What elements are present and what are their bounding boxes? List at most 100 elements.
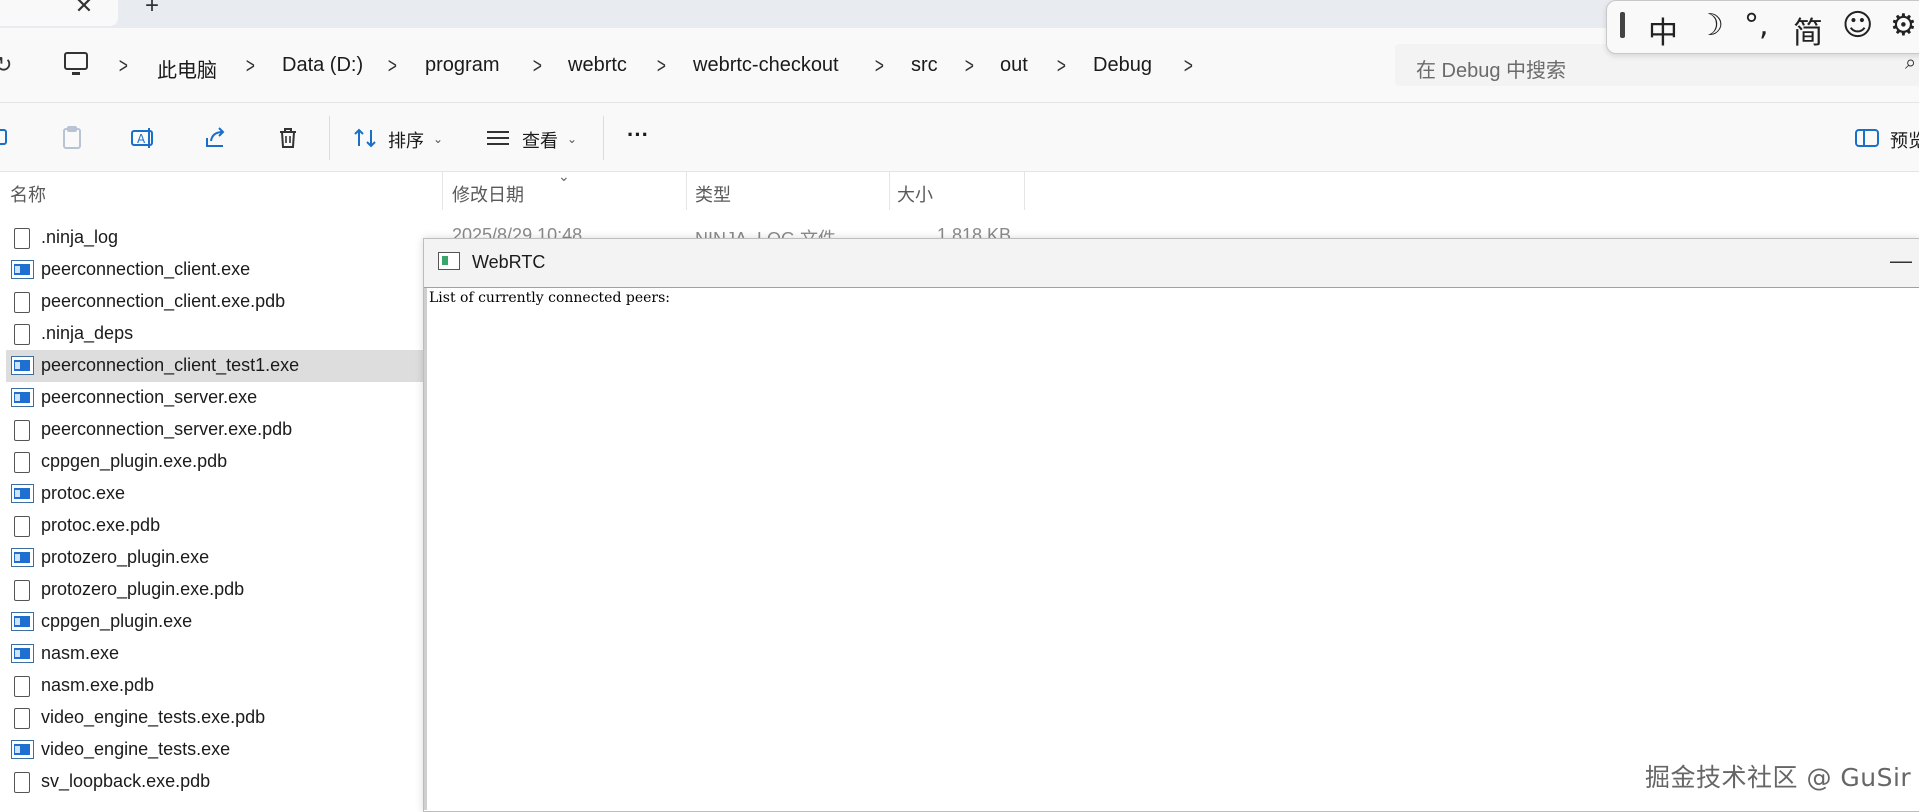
toolbar-divider — [329, 116, 330, 160]
sort-button[interactable]: 排序 — [388, 127, 424, 153]
document-file-icon — [14, 516, 30, 537]
chevron-down-icon[interactable]: ⌄ — [567, 132, 577, 146]
computer-icon[interactable] — [64, 52, 88, 75]
refresh-icon[interactable]: ↻ — [0, 52, 12, 78]
file-name: peerconnection_client_test1.exe — [41, 355, 300, 375]
chevron-right-icon[interactable]: > — [1057, 53, 1066, 79]
breadcrumb-webrtc-checkout[interactable]: webrtc-checkout — [693, 54, 839, 77]
file-name: .ninja_deps — [41, 323, 134, 343]
file-name: cppgen_plugin.exe.pdb — [41, 451, 228, 471]
document-file-icon — [14, 580, 30, 601]
executable-file-icon — [11, 484, 34, 503]
file-name: peerconnection_server.exe.pdb — [41, 419, 293, 439]
sort-icon[interactable] — [351, 124, 379, 152]
column-header-modified[interactable]: 修改日期 — [452, 181, 524, 207]
webrtc-window-title: WebRTC — [472, 252, 546, 272]
preview-pane-icon[interactable] — [1853, 124, 1881, 152]
file-name: cppgen_plugin.exe — [41, 611, 193, 631]
search-input[interactable]: 在 Debug 中搜索 — [1416, 54, 1566, 83]
file-name: protozero_plugin.exe.pdb — [41, 579, 245, 599]
column-header-size[interactable]: 大小 — [897, 181, 933, 207]
minimize-icon[interactable]: — — [1890, 248, 1912, 274]
delete-icon[interactable] — [274, 124, 302, 152]
document-file-icon — [14, 420, 30, 441]
close-tab-icon[interactable]: ✕ — [70, 0, 98, 18]
file-name: peerconnection_client.exe — [41, 259, 251, 279]
preview-button[interactable]: 预览 — [1890, 127, 1919, 153]
view-button[interactable]: 查看 — [522, 127, 558, 153]
view-icon[interactable] — [484, 124, 512, 152]
ime-settings-gear-icon[interactable]: ⚙ — [1890, 8, 1917, 43]
document-file-icon — [14, 772, 30, 793]
peer-list-heading: List of currently connected peers: — [429, 290, 670, 306]
column-divider[interactable] — [686, 172, 687, 210]
peer-list-box[interactable] — [424, 288, 1919, 810]
new-tab-icon[interactable]: + — [138, 0, 166, 18]
column-divider[interactable] — [889, 172, 890, 210]
ime-emoji-icon[interactable]: ☺ — [1842, 8, 1873, 43]
executable-file-icon — [11, 356, 34, 375]
breadcrumb-debug[interactable]: Debug — [1093, 54, 1152, 77]
search-icon[interactable]: ⌕ — [1905, 52, 1916, 75]
watermark-text: 掘金技术社区 @ GuSir — [1645, 763, 1912, 792]
breadcrumb-drive[interactable]: Data (D:) — [282, 54, 363, 77]
column-header-name[interactable]: 名称 — [10, 181, 46, 207]
file-name: video_engine_tests.exe.pdb — [41, 707, 266, 727]
executable-file-icon — [11, 644, 34, 663]
toolbar-divider — [603, 116, 604, 160]
file-name: sv_loopback.exe.pdb — [41, 771, 211, 791]
sort-direction-icon: ⌄ — [558, 168, 570, 184]
file-name: protoc.exe.pdb — [41, 515, 161, 535]
chevron-right-icon[interactable]: > — [657, 53, 666, 79]
share-icon[interactable] — [202, 124, 230, 152]
webrtc-titlebar[interactable] — [424, 239, 1919, 288]
file-name: peerconnection_client.exe.pdb — [41, 291, 286, 311]
document-file-icon — [14, 708, 30, 729]
executable-file-icon — [11, 740, 34, 759]
document-file-icon — [14, 324, 30, 345]
chevron-right-icon[interactable]: > — [965, 53, 974, 79]
file-name: .ninja_log — [41, 227, 119, 247]
breadcrumb-src[interactable]: src — [911, 54, 938, 77]
executable-file-icon — [11, 612, 34, 631]
breadcrumb-program[interactable]: program — [425, 54, 499, 77]
chevron-down-icon[interactable]: ⌄ — [433, 132, 443, 146]
document-file-icon — [14, 228, 30, 249]
file-name: protozero_plugin.exe — [41, 547, 210, 567]
column-divider[interactable] — [442, 172, 443, 210]
chevron-right-icon[interactable]: > — [246, 53, 255, 79]
file-name: peerconnection_server.exe — [41, 387, 258, 407]
svg-text:A: A — [137, 132, 146, 146]
ime-chinese-mode-icon[interactable]: 中 — [1648, 8, 1678, 52]
executable-file-icon — [11, 388, 34, 407]
breadcrumb-this-pc[interactable]: 此电脑 — [157, 54, 217, 83]
chevron-right-icon[interactable]: > — [533, 53, 542, 79]
file-name: nasm.exe — [41, 643, 120, 663]
copy-icon[interactable] — [0, 124, 16, 152]
column-header-type[interactable]: 类型 — [695, 181, 731, 207]
ime-punctuation-icon[interactable]: °, — [1744, 8, 1769, 43]
more-options-button[interactable]: ··· — [627, 122, 649, 148]
chevron-right-icon[interactable]: > — [119, 53, 128, 79]
document-file-icon — [14, 292, 30, 313]
tab-current[interactable] — [0, 0, 118, 26]
ime-grip-handle[interactable] — [1620, 12, 1625, 38]
breadcrumb-out[interactable]: out — [1000, 54, 1028, 77]
executable-file-icon — [11, 260, 34, 279]
chevron-right-icon[interactable]: > — [388, 53, 397, 79]
ime-simplified-icon[interactable]: 简 — [1793, 8, 1823, 52]
document-file-icon — [14, 676, 30, 697]
chevron-right-icon[interactable]: > — [1184, 53, 1193, 79]
file-name: video_engine_tests.exe — [41, 739, 231, 759]
app-window-icon — [438, 252, 460, 270]
document-file-icon — [14, 452, 30, 473]
file-name: protoc.exe — [41, 483, 126, 503]
file-name: nasm.exe.pdb — [41, 675, 155, 695]
executable-file-icon — [11, 548, 34, 567]
breadcrumb-webrtc[interactable]: webrtc — [568, 54, 627, 77]
ime-halfwidth-moon-icon[interactable]: ☽ — [1697, 8, 1724, 43]
paste-icon[interactable] — [58, 124, 86, 152]
chevron-right-icon[interactable]: > — [875, 53, 884, 79]
column-divider[interactable] — [1024, 172, 1025, 210]
rename-icon[interactable]: A — [129, 124, 157, 152]
